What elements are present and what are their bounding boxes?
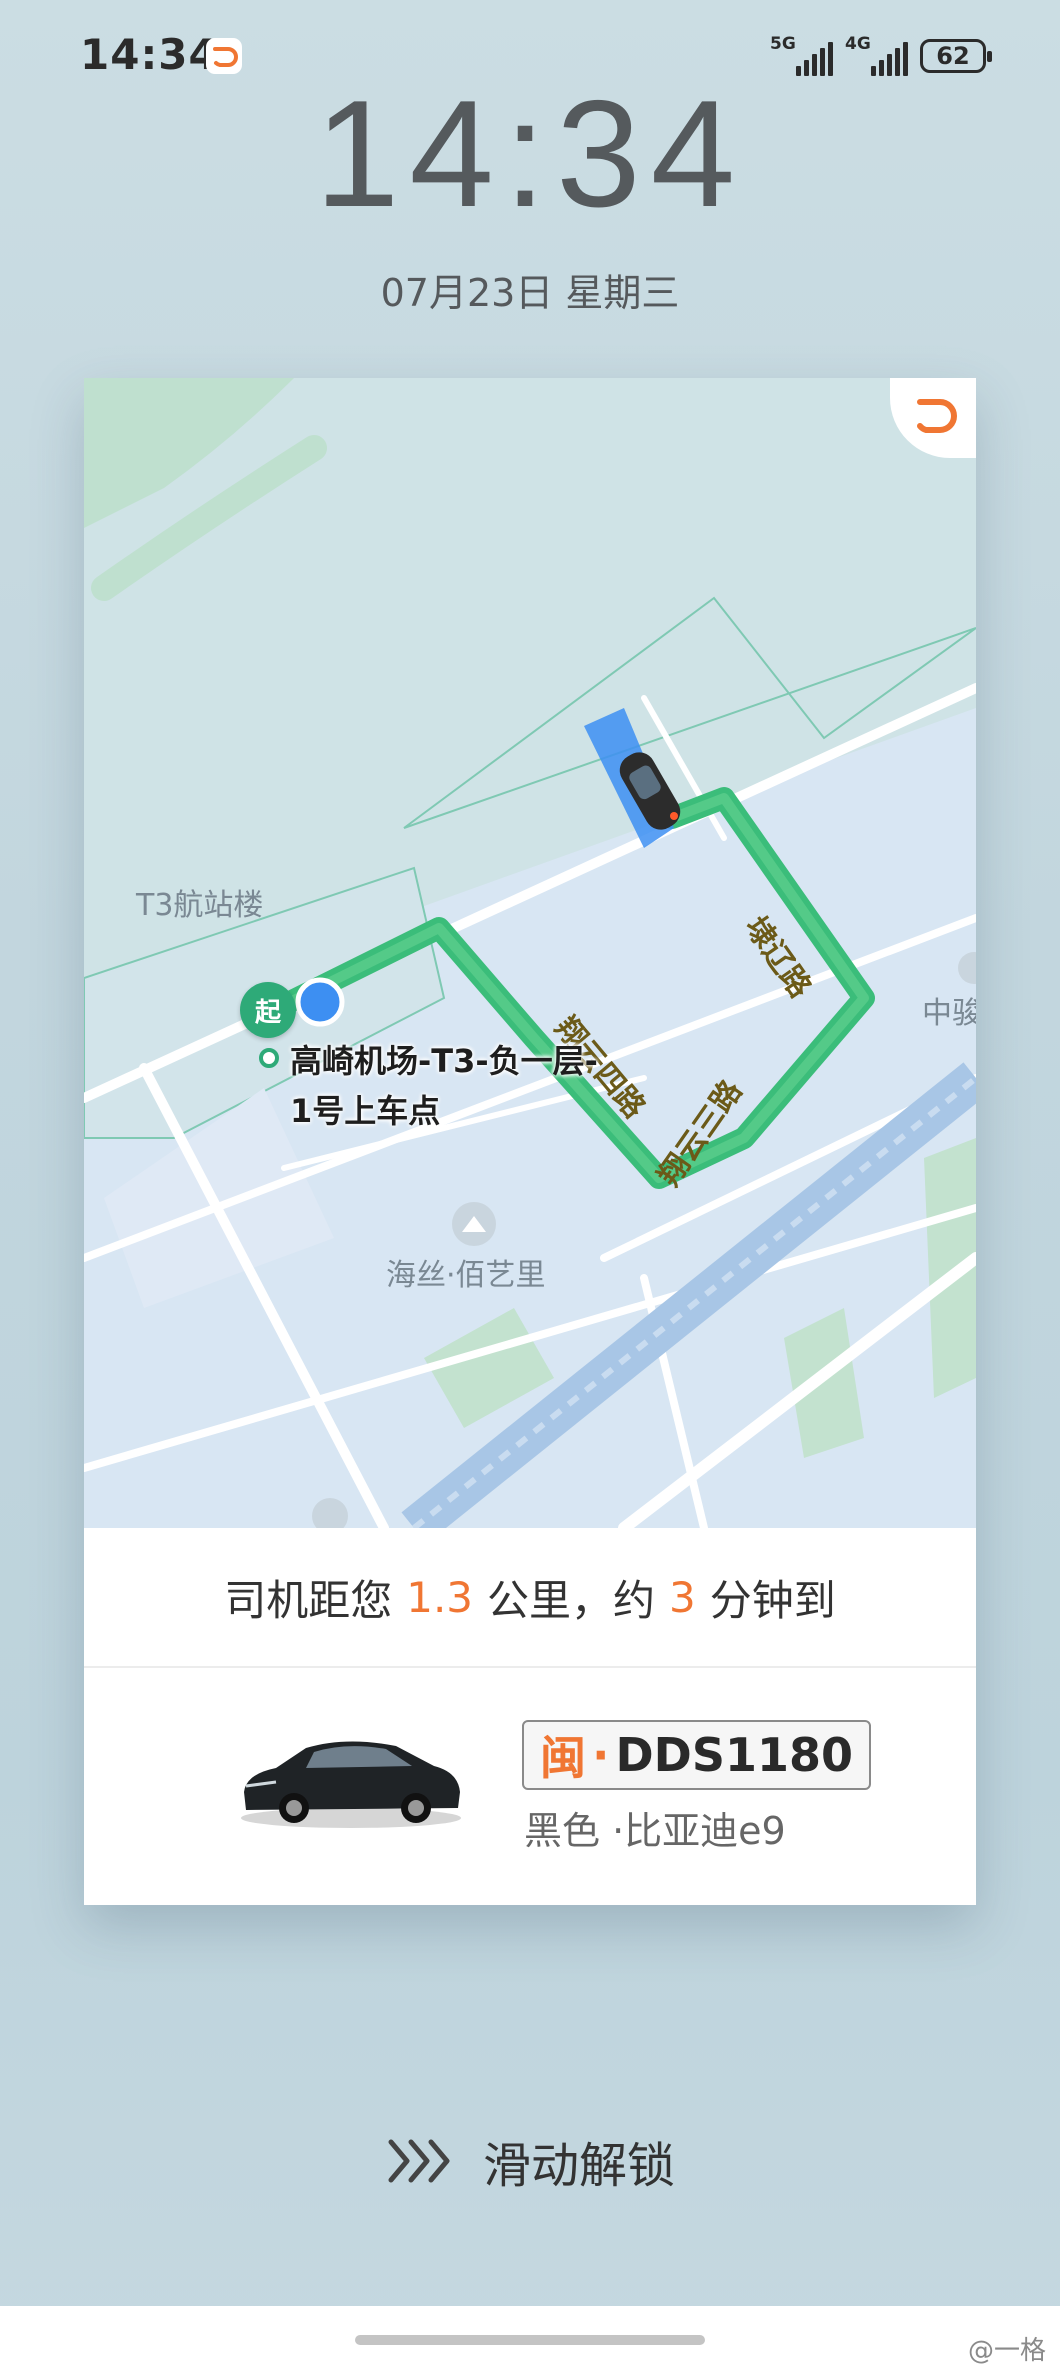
didi-notification-icon (206, 38, 242, 74)
unlock-label: 滑动解锁 (482, 2138, 675, 2194)
slide-to-unlock[interactable]: 滑动解锁 (0, 2126, 1060, 2196)
signal-5g-icon: 5G (770, 34, 833, 76)
map-label-edge: 中骏 (922, 996, 976, 1031)
signal-4g-icon: 4G (845, 34, 908, 76)
car-description: 黑色 ·比亚迪e9 (524, 1809, 786, 1853)
battery-icon: 62 (920, 39, 992, 73)
watermark: @一格 (967, 2336, 1046, 2366)
car-info: 闽 · DDS1180 黑色 ·比亚迪e9 (84, 1668, 976, 1905)
status-time: 14:34 (80, 30, 219, 79)
map-label-poi: 海丝·佰艺里 (386, 1258, 546, 1293)
battery-level: 62 (936, 42, 970, 70)
didi-logo[interactable] (890, 378, 976, 458)
pickup-point-label: 高崎机场-T3-负一层- 1号上车点 (290, 1042, 598, 1130)
map-canvas: 埭辽路 翔云三路 翔云四路 (84, 378, 976, 1528)
license-plate: 闽 · DDS1180 (522, 1720, 872, 1790)
eta-distance: 1.3 (406, 1572, 474, 1622)
home-indicator[interactable] (355, 2335, 705, 2345)
start-pin: 起 (240, 982, 296, 1038)
car-image (241, 1741, 461, 1828)
triple-chevron-right-icon (388, 2139, 450, 2183)
map-label-terminal: T3航站楼 (136, 888, 264, 923)
driver-eta: 司机距您 1.3 公里，约 3 分钟到 (84, 1528, 976, 1668)
eta-minutes: 3 (669, 1572, 696, 1622)
status-icons: 5G 4G 62 (770, 34, 992, 78)
ride-status-card[interactable]: 埭辽路 翔云三路 翔云四路 T3航站楼 海丝·佰艺里 中骏 起 高崎机场-T3-… (84, 378, 976, 1905)
route-map[interactable]: 埭辽路 翔云三路 翔云四路 T3航站楼 海丝·佰艺里 中骏 起 高崎机场-T3-… (84, 378, 976, 1528)
current-location-dot (295, 977, 345, 1027)
lock-screen-clock: 14:34 (314, 69, 746, 239)
lock-screen-date: 07月23日 星期三 (380, 271, 680, 315)
